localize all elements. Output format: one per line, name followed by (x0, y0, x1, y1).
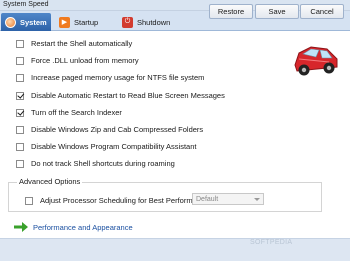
cancel-button[interactable]: Cancel (300, 4, 344, 19)
tab-shutdown[interactable]: ⏻ Shutdown (118, 13, 178, 31)
advanced-options-legend: Advanced Options (17, 177, 83, 186)
checkbox[interactable] (16, 142, 24, 151)
option-label: Turn off the Search Indexer (31, 108, 122, 117)
option-label: Adjust Processor Scheduling for Best Per… (40, 196, 218, 205)
checkbox[interactable] (16, 108, 24, 117)
option-label: Increase paged memory usage for NTFS fil… (31, 73, 205, 82)
option-shell-shortcuts[interactable]: Do not track Shell shortcuts during roam… (16, 158, 175, 169)
tab-system-label: System (20, 17, 47, 27)
window-title: System Speed (3, 1, 49, 8)
checkbox[interactable] (16, 56, 24, 65)
system-icon (5, 16, 16, 28)
option-label: Do not track Shell shortcuts during roam… (31, 159, 175, 168)
checkbox[interactable] (16, 73, 24, 82)
option-force-dll-unload[interactable]: Force .DLL unload from memory (16, 55, 139, 66)
performance-dropdown[interactable]: Default (192, 193, 264, 205)
option-label: Force .DLL unload from memory (31, 56, 139, 65)
option-label: Disable Automatic Restart to Read Blue S… (31, 91, 225, 100)
option-disable-auto-restart[interactable]: Disable Automatic Restart to Read Blue S… (16, 90, 225, 101)
option-paged-memory[interactable]: Increase paged memory usage for NTFS fil… (16, 72, 204, 83)
startup-icon: ▶ (59, 16, 70, 28)
option-processor-scheduling[interactable]: Adjust Processor Scheduling for Best Per… (25, 195, 217, 206)
arrow-right-icon (14, 222, 28, 232)
softpedia-watermark: SOFTPEDIA (250, 239, 293, 246)
restore-button[interactable]: Restore (209, 4, 253, 19)
tab-startup[interactable]: ▶ Startup (55, 13, 120, 31)
option-label: Disable Windows Program Compatibility As… (31, 142, 197, 151)
option-compat-assistant[interactable]: Disable Windows Program Compatibility As… (16, 141, 196, 152)
car-icon (294, 46, 338, 76)
option-zip-cab-folders[interactable]: Disable Windows Zip and Cab Compressed F… (16, 124, 203, 135)
checkbox[interactable] (16, 159, 24, 168)
checkbox[interactable] (25, 196, 33, 205)
bottom-bar (0, 238, 350, 261)
checkbox[interactable] (16, 125, 24, 134)
chevron-down-icon (254, 197, 260, 201)
tab-startup-label: Startup (74, 17, 99, 27)
tab-shutdown-label: Shutdown (137, 17, 171, 27)
advanced-options-group: Advanced Options Adjust Processor Schedu… (8, 177, 322, 212)
performance-link[interactable]: Performance and Appearance (14, 222, 133, 232)
checkbox[interactable] (16, 39, 24, 48)
shutdown-icon: ⏻ (122, 16, 133, 28)
option-label: Restart the Shell automatically (31, 39, 133, 48)
option-label: Disable Windows Zip and Cab Compressed F… (31, 125, 204, 134)
checkbox[interactable] (16, 91, 24, 100)
option-search-indexer[interactable]: Turn off the Search Indexer (16, 107, 122, 118)
dropdown-value: Default (196, 195, 219, 203)
tab-system[interactable]: System (1, 13, 51, 31)
save-button[interactable]: Save (255, 4, 299, 19)
performance-link-label: Performance and Appearance (33, 222, 133, 232)
option-restart-shell[interactable]: Restart the Shell automatically (16, 38, 132, 49)
